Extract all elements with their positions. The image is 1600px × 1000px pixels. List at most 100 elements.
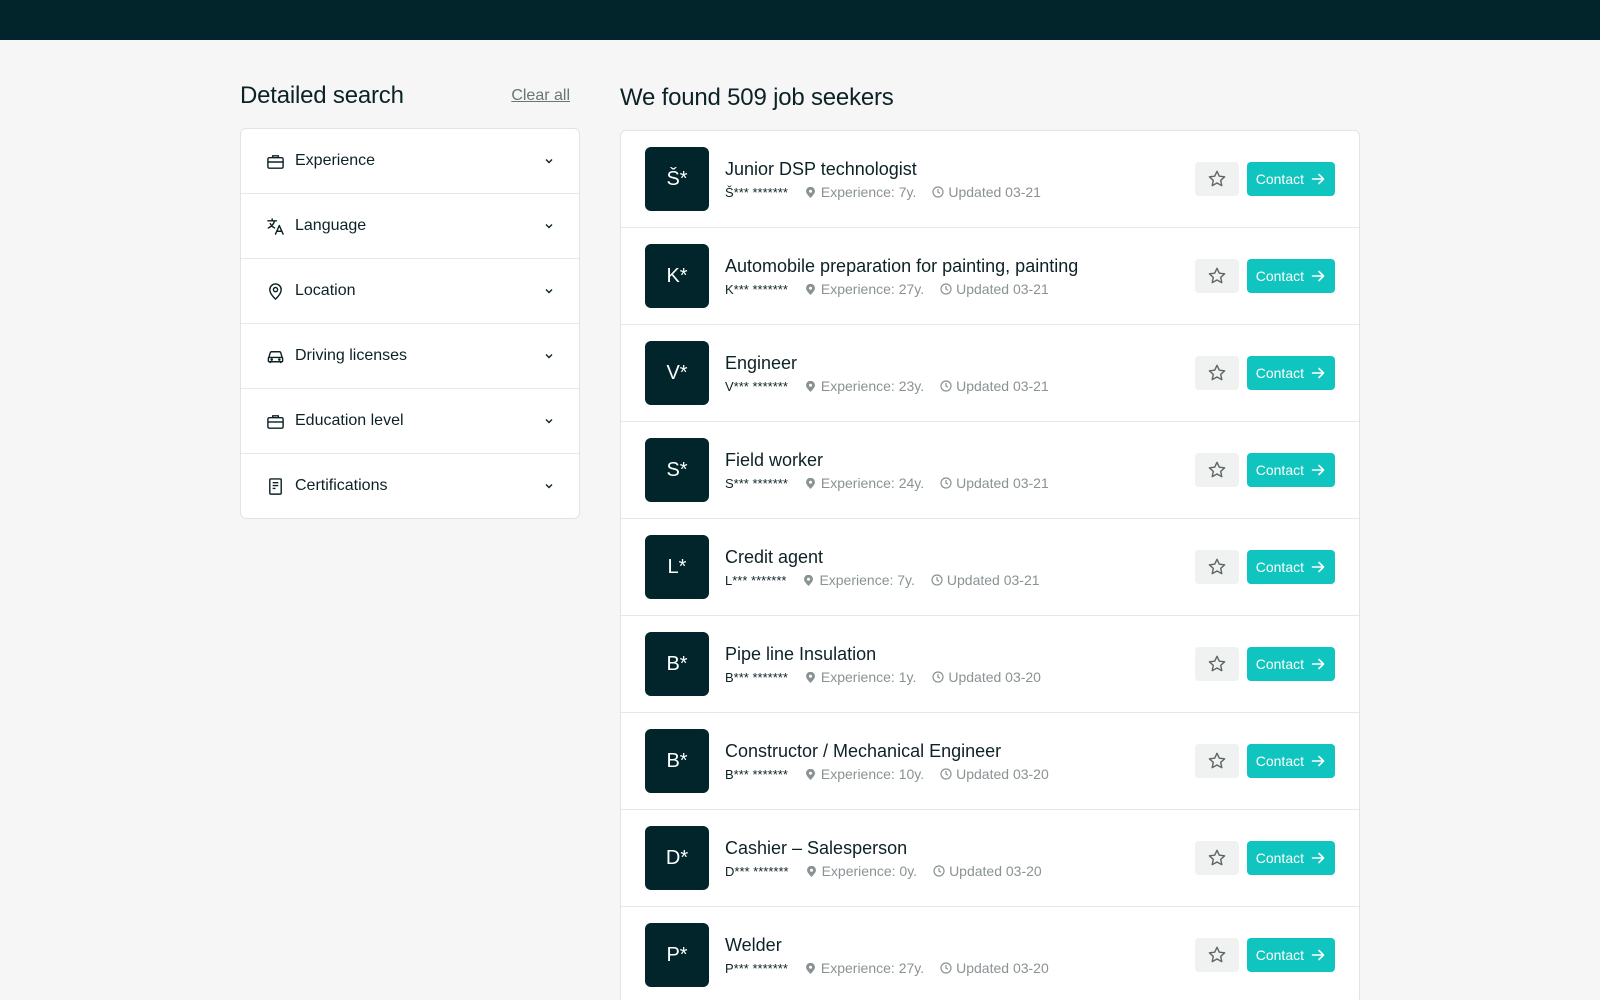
arrow-right-icon: [1311, 366, 1325, 380]
favorite-button[interactable]: [1194, 841, 1239, 875]
contact-button[interactable]: Contact: [1246, 550, 1335, 584]
job-title[interactable]: Pipe line Insulation: [725, 643, 1195, 665]
star-icon: [1208, 849, 1226, 866]
row-actions: Contact: [1194, 356, 1335, 390]
contact-button[interactable]: Contact: [1246, 938, 1335, 972]
row-actions: Contact: [1194, 453, 1335, 487]
experience-text: Experience: 0y.: [821, 863, 918, 879]
arrow-right-icon: [1311, 463, 1325, 477]
chevron-down-icon: [543, 415, 555, 427]
contact-button[interactable]: Contact: [1246, 744, 1335, 778]
location-pin-icon: [805, 380, 815, 392]
favorite-button[interactable]: [1194, 938, 1239, 972]
filter-label: Education level: [295, 412, 404, 429]
job-title[interactable]: Field worker: [725, 449, 1195, 471]
experience-text: Experience: 10y.: [820, 766, 925, 782]
contact-button-label: Contact: [1255, 365, 1304, 381]
job-seeker-info: Engineer V*** ******* Experience: 23y. U…: [725, 352, 1195, 394]
filter-driving-licenses[interactable]: Driving licenses: [241, 324, 579, 389]
masked-name: S*** *******: [725, 475, 788, 491]
job-seeker-row[interactable]: B* Pipe line Insulation B*** ******* Exp…: [621, 616, 1359, 713]
contact-button[interactable]: Contact: [1246, 841, 1335, 875]
experience-text: Experience: 1y.: [820, 669, 917, 685]
job-title[interactable]: Welder: [725, 934, 1195, 956]
job-title[interactable]: Credit agent: [725, 546, 1195, 568]
favorite-button[interactable]: [1194, 744, 1239, 778]
contact-button-label: Contact: [1255, 753, 1304, 769]
row-actions: Contact: [1194, 647, 1335, 681]
avatar: L*: [645, 535, 709, 599]
star-icon: [1208, 946, 1226, 963]
favorite-button[interactable]: [1194, 259, 1239, 293]
filter-label: Language: [295, 217, 367, 234]
briefcase-icon: [265, 151, 285, 171]
job-title[interactable]: Constructor / Mechanical Engineer: [725, 740, 1195, 762]
favorite-button[interactable]: [1194, 453, 1239, 487]
job-seeker-row[interactable]: D* Cashier – Salesperson D*** ******* Ex…: [621, 810, 1359, 907]
job-seeker-row[interactable]: S* Field worker S*** ******* Experience:…: [621, 422, 1359, 519]
contact-button-label: Contact: [1255, 656, 1304, 672]
contact-button-label: Contact: [1255, 947, 1304, 963]
job-seeker-row[interactable]: B* Constructor / Mechanical Engineer B**…: [621, 713, 1359, 810]
job-seeker-row[interactable]: L* Credit agent L*** ******* Experience:…: [621, 519, 1359, 616]
star-icon: [1208, 655, 1226, 672]
favorite-button[interactable]: [1194, 647, 1239, 681]
star-icon: [1208, 752, 1226, 769]
filter-label: Certifications: [295, 477, 388, 494]
contact-button-label: Contact: [1255, 268, 1304, 284]
job-seeker-meta: P*** ******* Experience: 27y. Updated 03…: [725, 960, 1195, 976]
updated-text: Updated 03-21: [946, 572, 1040, 588]
favorite-button[interactable]: [1194, 356, 1239, 390]
contact-button[interactable]: Contact: [1246, 259, 1335, 293]
avatar-initial: B*: [666, 652, 688, 675]
job-title[interactable]: Automobile preparation for painting, pai…: [725, 255, 1195, 277]
experience-text: Experience: 7y.: [820, 184, 917, 200]
clock-icon: [940, 477, 952, 489]
experience-text: Experience: 24y.: [820, 475, 925, 491]
job-title[interactable]: Cashier – Salesperson: [725, 837, 1195, 859]
clear-all-link[interactable]: Clear all: [511, 87, 570, 105]
filter-education-level[interactable]: Education level: [241, 389, 579, 454]
top-navigation-bar: [0, 0, 1600, 40]
detailed-search-header: Detailed search Clear all: [240, 80, 580, 112]
avatar-initial: Š*: [666, 167, 688, 190]
job-seeker-row[interactable]: K* Automobile preparation for painting, …: [621, 228, 1359, 325]
job-title[interactable]: Junior DSP technologist: [725, 158, 1195, 180]
job-seeker-row[interactable]: P* Welder P*** ******* Experience: 27y. …: [621, 907, 1359, 1000]
avatar-initial: L*: [667, 555, 687, 578]
experience-text: Experience: 27y.: [820, 960, 925, 976]
experience-text: Experience: 27y.: [820, 281, 925, 297]
filter-experience[interactable]: Experience: [241, 129, 579, 194]
avatar: B*: [645, 632, 709, 696]
job-title[interactable]: Engineer: [725, 352, 1195, 374]
contact-button[interactable]: Contact: [1246, 162, 1335, 196]
favorite-button[interactable]: [1194, 162, 1239, 196]
clock-icon: [940, 962, 952, 974]
filter-list: Experience Language Location Driving lic…: [240, 128, 580, 519]
contact-button[interactable]: Contact: [1246, 453, 1335, 487]
masked-name: B*** *******: [725, 669, 788, 685]
row-actions: Contact: [1194, 938, 1335, 972]
favorite-button[interactable]: [1194, 550, 1239, 584]
filter-certifications[interactable]: Certifications: [241, 454, 579, 518]
arrow-right-icon: [1311, 754, 1325, 768]
experience-text: Experience: 7y.: [819, 572, 915, 588]
arrow-right-icon: [1311, 948, 1325, 962]
location-pin-icon: [806, 865, 816, 877]
contact-button[interactable]: Contact: [1246, 647, 1335, 681]
star-icon: [1208, 461, 1226, 478]
translate-icon: [265, 216, 285, 236]
avatar-initial: B*: [666, 749, 688, 772]
updated-text: Updated 03-20: [956, 960, 1049, 976]
filter-location[interactable]: Location: [241, 259, 579, 324]
job-seeker-row[interactable]: Š* Junior DSP technologist Š*** ******* …: [621, 131, 1359, 228]
job-seeker-row[interactable]: V* Engineer V*** ******* Experience: 23y…: [621, 325, 1359, 422]
location-pin-icon: [805, 768, 815, 780]
contact-button[interactable]: Contact: [1246, 356, 1335, 390]
job-seeker-info: Cashier – Salesperson D*** ******* Exper…: [725, 837, 1195, 879]
filter-language[interactable]: Language: [241, 194, 579, 259]
row-actions: Contact: [1194, 162, 1335, 196]
clock-icon: [940, 768, 952, 780]
chevron-down-icon: [543, 155, 555, 167]
results-panel: We found 509 job seekers Š* Junior DSP t…: [620, 80, 1360, 1000]
